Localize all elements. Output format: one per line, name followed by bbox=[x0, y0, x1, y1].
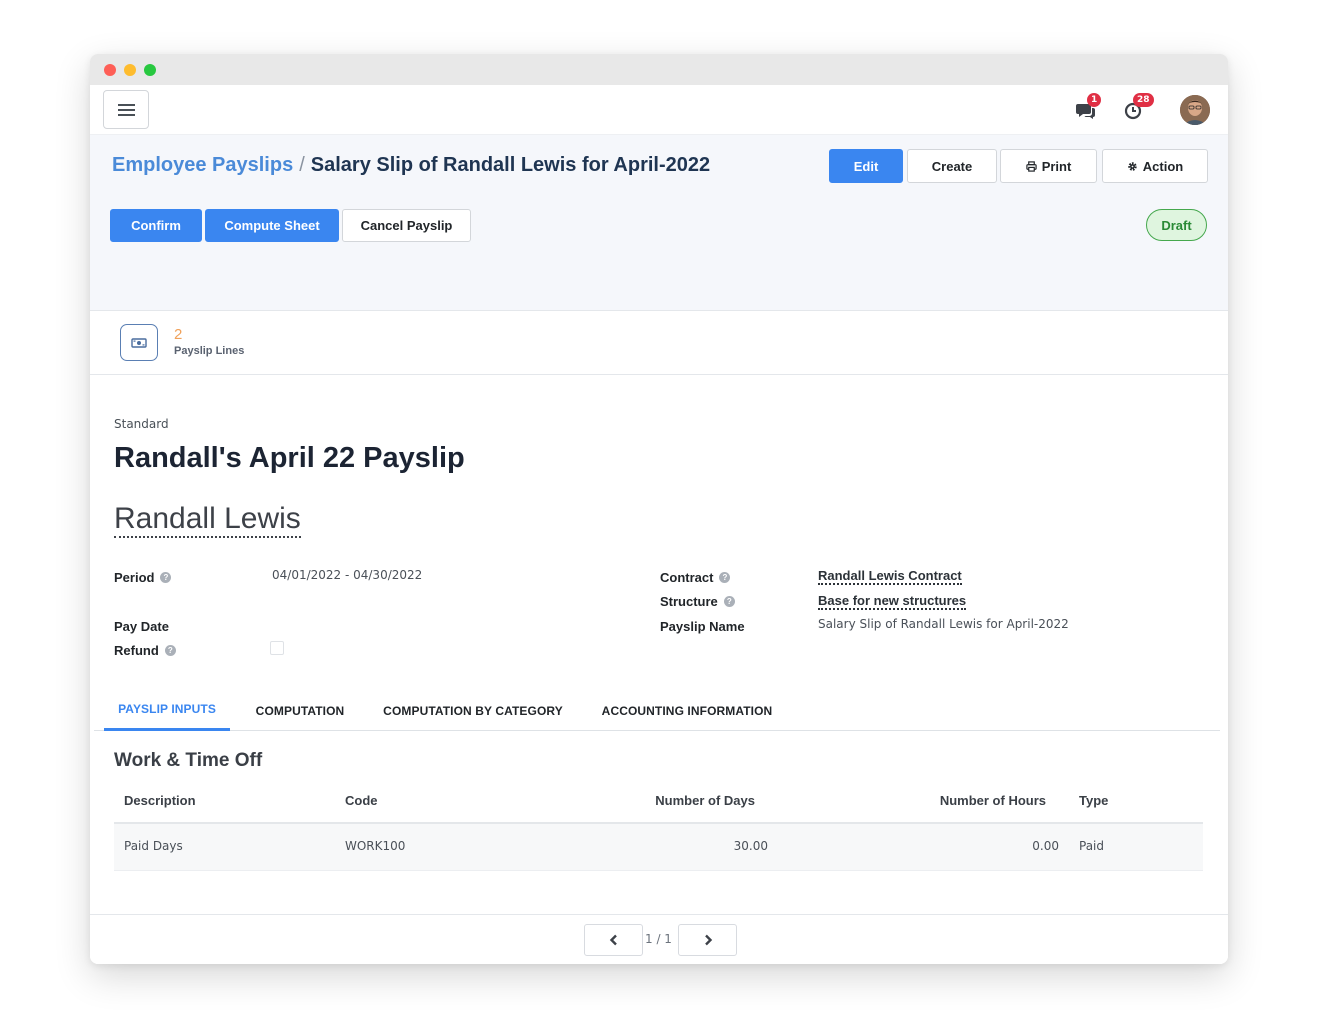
section-title: Work & Time Off bbox=[114, 750, 263, 771]
browser-window: 1 28 Employee Payslips / Salary Slip of Ra… bbox=[90, 54, 1228, 964]
help-icon[interactable]: ? bbox=[723, 596, 735, 607]
table-row[interactable]: Paid Days WORK100 30.00 0.00 Paid bbox=[114, 822, 1203, 871]
structure-link[interactable]: Base for new structures bbox=[818, 593, 967, 610]
payslip-lines-count[interactable]: 2 bbox=[174, 326, 182, 343]
pay-date-label: Pay Date bbox=[114, 619, 169, 634]
create-button[interactable]: Create bbox=[907, 149, 997, 183]
cell-code: WORK100 bbox=[345, 839, 406, 853]
tab-computation[interactable]: COMPUTATION bbox=[244, 690, 356, 731]
edit-button[interactable]: Edit bbox=[829, 149, 903, 183]
previous-record-button[interactable] bbox=[584, 924, 643, 956]
refund-checkbox[interactable] bbox=[270, 641, 284, 655]
activities-badge: 28 bbox=[1133, 93, 1154, 107]
column-header[interactable]: Number of Days bbox=[655, 793, 755, 808]
period-value: 04/01/2022 - 04/30/2022 bbox=[272, 568, 423, 582]
table-header: Description Code Number of Days Number o… bbox=[114, 780, 1203, 822]
maximize-window-button[interactable] bbox=[144, 64, 156, 76]
help-icon[interactable]: ? bbox=[719, 572, 731, 583]
cell-number-of-hours: 0.00 bbox=[1032, 839, 1059, 853]
tab-accounting-information[interactable]: ACCOUNTING INFORMATION bbox=[590, 690, 784, 731]
payslip-title: Randall's April 22 Payslip bbox=[114, 442, 465, 474]
column-header[interactable]: Code bbox=[345, 793, 378, 808]
hamburger-icon bbox=[118, 104, 135, 106]
close-window-button[interactable] bbox=[104, 64, 116, 76]
column-header[interactable]: Type bbox=[1079, 793, 1108, 808]
employee-link[interactable]: Randall Lewis bbox=[114, 502, 301, 538]
pager-value[interactable]: 1 / 1 bbox=[645, 932, 672, 946]
window-titlebar bbox=[90, 54, 1228, 85]
print-icon bbox=[1026, 160, 1037, 172]
pager-bar: 1 / 1 bbox=[90, 914, 1228, 964]
app-menu-button[interactable] bbox=[103, 90, 149, 129]
minimize-window-button[interactable] bbox=[124, 64, 136, 76]
cell-type: Paid bbox=[1079, 839, 1105, 853]
refund-label: Refund ? bbox=[114, 643, 176, 658]
column-header[interactable]: Description bbox=[124, 793, 196, 808]
cell-description: Paid Days bbox=[124, 839, 183, 853]
activities-button[interactable]: 28 bbox=[1123, 93, 1154, 121]
structure-label: Structure ? bbox=[660, 594, 735, 609]
contract-link[interactable]: Randall Lewis Contract bbox=[818, 568, 962, 585]
cancel-payslip-button[interactable]: Cancel Payslip bbox=[342, 209, 471, 242]
breadcrumb: Employee Payslips / Salary Slip of Randall… bbox=[112, 154, 710, 177]
compute-sheet-button[interactable]: Compute Sheet bbox=[205, 209, 339, 242]
messages-badge: 1 bbox=[1087, 93, 1102, 107]
notebook-tabs: PAYSLIP INPUTS COMPUTATION COMPUTATION B… bbox=[94, 690, 1220, 731]
top-navbar: 1 28 bbox=[90, 85, 1228, 135]
worked-days-table: Description Code Number of Days Number o… bbox=[114, 780, 1203, 871]
breadcrumb-separator: / bbox=[299, 154, 305, 176]
form-sheet: Standard Randall's April 22 Payslip Rand… bbox=[90, 376, 1228, 964]
period-label: Period ? bbox=[114, 570, 172, 585]
money-icon bbox=[131, 337, 147, 348]
payslip-name-value: Salary Slip of Randall Lewis for April-2… bbox=[818, 617, 1069, 631]
column-header[interactable]: Number of Hours bbox=[940, 793, 1046, 808]
chevron-left-icon bbox=[609, 934, 617, 946]
tab-computation-by-category[interactable]: COMPUTATION BY CATEGORY bbox=[374, 690, 572, 731]
print-button[interactable]: Print bbox=[1000, 149, 1097, 183]
tab-payslip-inputs[interactable]: PAYSLIP INPUTS bbox=[104, 690, 230, 731]
control-panel: Employee Payslips / Salary Slip of Randall… bbox=[90, 135, 1228, 311]
help-icon[interactable]: ? bbox=[160, 572, 172, 583]
user-avatar[interactable] bbox=[1180, 95, 1210, 125]
messages-button[interactable]: 1 bbox=[1075, 93, 1102, 121]
payslip-lines-label[interactable]: Payslip Lines bbox=[174, 345, 244, 357]
confirm-button[interactable]: Confirm bbox=[110, 209, 202, 242]
breadcrumb-parent-link[interactable]: Employee Payslips bbox=[112, 154, 293, 176]
breadcrumb-current: Salary Slip of Randall Lewis for April-2… bbox=[310, 154, 711, 176]
user-photo-icon bbox=[1180, 95, 1210, 125]
contract-label: Contract ? bbox=[660, 570, 731, 585]
gear-icon bbox=[1128, 161, 1137, 171]
cell-number-of-days: 30.00 bbox=[733, 839, 768, 853]
status-badge-draft[interactable]: Draft bbox=[1146, 209, 1207, 241]
action-button[interactable]: Action bbox=[1102, 149, 1208, 183]
next-record-button[interactable] bbox=[678, 924, 737, 956]
payslip-lines-smart-button[interactable] bbox=[120, 324, 158, 361]
payslip-name-label: Payslip Name bbox=[660, 619, 745, 634]
help-icon[interactable]: ? bbox=[164, 645, 176, 656]
structure-type: Standard bbox=[114, 417, 169, 431]
chevron-right-icon bbox=[704, 934, 712, 946]
smart-button-bar: 2 Payslip Lines bbox=[90, 312, 1228, 375]
